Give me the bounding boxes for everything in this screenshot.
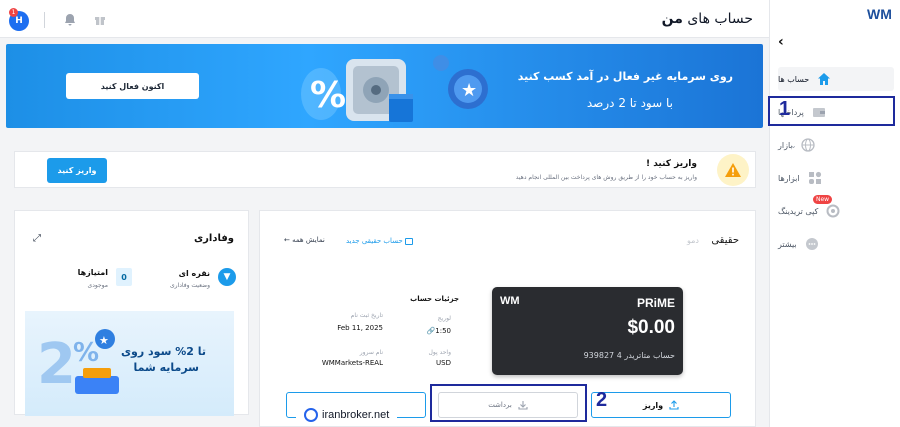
arrow-left-icon: ← xyxy=(284,236,290,244)
collapse-chevron-icon[interactable]: ‹ xyxy=(778,34,784,50)
card-brand-logo: WM xyxy=(500,295,520,307)
field-currency-label: واحد پول xyxy=(428,349,451,356)
account-card[interactable]: WM PRiME $0.00 939827 حساب متاتریدر 4 xyxy=(492,287,683,375)
loyalty-title: وفاداری xyxy=(194,233,234,244)
divider xyxy=(44,12,45,28)
svg-text:%: % xyxy=(310,75,346,116)
loyalty-level: نقره ای xyxy=(178,269,210,278)
link-icon: 🔗 xyxy=(426,327,436,335)
activate-now-button[interactable]: اکنون فعال کنید xyxy=(66,73,199,99)
deposit-prompt-title: واریز کنید ! xyxy=(646,159,697,169)
banner-line1: روی سرمایه غیر فعال در آمد کسب کنید xyxy=(517,70,733,83)
sidebar-item-accounts[interactable]: حساب ها xyxy=(778,67,894,91)
chart-logo-icon xyxy=(304,408,318,422)
add-account-icon xyxy=(404,237,413,245)
chevron-down-icon: ⌄ xyxy=(790,173,797,183)
svg-text:★: ★ xyxy=(461,80,477,101)
field-leverage-label: لوریج xyxy=(437,315,451,322)
copy-trading-icon xyxy=(826,204,840,218)
loyalty-promo-image: 2 % ★ تا 2% سود روی سرمایه شما xyxy=(25,311,234,416)
deposit-prompt-card: واریز کنید ! واریز به حساب خود را از طری… xyxy=(14,151,756,188)
gift-icon[interactable] xyxy=(94,13,106,26)
new-real-account-link[interactable]: حساب حقیقی جدید xyxy=(346,237,413,245)
banner-line2: با سود تا 2 درصد xyxy=(586,96,673,110)
field-registration-value: Feb 11, 2025 xyxy=(337,324,383,332)
loyalty-card: وفاداری ⤢ ▼ نقره ای وضعیت وفاداری 0 امتی… xyxy=(14,210,249,416)
avatar-letter: H xyxy=(15,16,23,26)
sidebar: WM ‹ حساب ها پرداختها ⌄ بازار ⌄ ابزارها … xyxy=(769,0,900,427)
deposit-button[interactable]: واریز xyxy=(591,392,731,418)
field-leverage-value: 🔗1:50 xyxy=(426,327,451,335)
card-account-line: 939827 حساب متاتریدر 4 xyxy=(583,351,675,360)
field-server-value: WMMarkets-REAL xyxy=(321,359,383,367)
details-title: جزئیات حساب xyxy=(410,295,459,303)
svg-text:★: ★ xyxy=(99,334,109,347)
deposit-now-button[interactable]: واریز کنید xyxy=(47,158,107,183)
loyalty-level-sub: وضعیت وفاداری xyxy=(169,282,210,289)
new-badge: New xyxy=(813,195,833,204)
field-currency-value: USD xyxy=(436,359,451,367)
svg-text:2: 2 xyxy=(37,332,76,397)
level-icon: ▼ xyxy=(218,268,236,286)
promo-line2: سرمایه شما xyxy=(133,361,199,374)
sidebar-item-copy-trading[interactable]: کپی تریدینگ New xyxy=(778,195,894,223)
points-label: امتیازها xyxy=(77,268,108,277)
notification-badge: 1 xyxy=(9,8,18,17)
tab-demo[interactable]: دمو xyxy=(687,236,699,245)
percent-illustration: 2 % ★ xyxy=(37,329,119,397)
svg-text:%: % xyxy=(73,338,99,368)
tab-real[interactable]: حقیقی xyxy=(711,235,739,246)
expand-icon[interactable]: ⤢ xyxy=(33,233,41,244)
annotation-number-2: 2 xyxy=(596,389,608,411)
bell-icon[interactable] xyxy=(64,13,76,26)
promo-line1: تا 2% سود روی xyxy=(120,345,206,358)
sidebar-item-tools[interactable]: ⌄ ابزارها xyxy=(778,166,894,190)
page-title: حساب های من xyxy=(661,11,753,27)
watermark: iranbroker.net xyxy=(296,404,398,426)
field-server-label: نام سرور xyxy=(359,349,383,356)
card-tier: PRiME xyxy=(636,296,675,310)
globe-icon xyxy=(800,138,815,152)
points-sub: موجودی xyxy=(87,282,109,289)
show-all-link[interactable]: ← نمایش همه xyxy=(284,236,325,244)
upload-icon xyxy=(669,400,679,410)
more-dots-icon xyxy=(805,238,818,250)
sidebar-item-more[interactable]: بیشتر xyxy=(778,232,894,256)
sidebar-item-market[interactable]: ⌄ بازار xyxy=(778,133,894,157)
tools-grid-icon xyxy=(808,171,821,184)
field-registration-label: تاریخ ثبت نام xyxy=(350,312,383,319)
points-value: 0 xyxy=(116,268,132,286)
annotation-number-1: 1 xyxy=(779,98,791,120)
home-icon xyxy=(818,73,831,85)
chevron-down-icon: ⌄ xyxy=(790,140,797,150)
safe-illustration: % ★ xyxy=(291,49,491,127)
logo: WM xyxy=(867,6,892,22)
promo-banner: روی سرمایه غیر فعال در آمد کسب کنید با س… xyxy=(6,44,763,128)
card-balance: $0.00 xyxy=(627,317,675,338)
deposit-prompt-subtitle: واریز به حساب خود را از طریق روش های پرد… xyxy=(515,174,697,181)
annotation-box-2 xyxy=(430,384,587,422)
top-bar: H 1 حساب های من xyxy=(0,0,769,38)
warning-icon xyxy=(717,154,749,186)
